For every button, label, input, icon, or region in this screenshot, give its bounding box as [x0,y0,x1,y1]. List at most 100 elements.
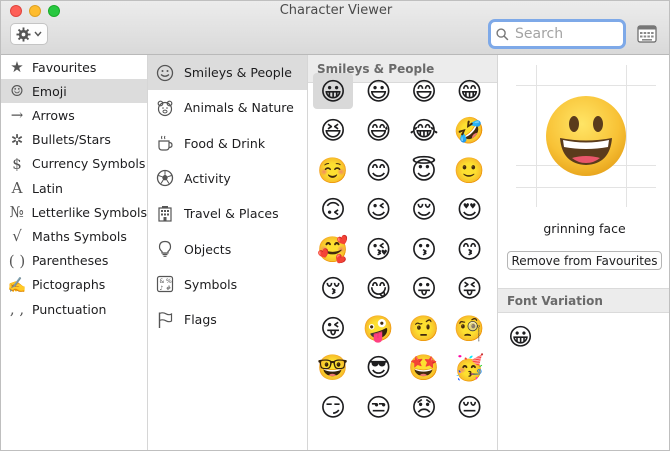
emoji-cell[interactable]: 😌 [404,192,444,228]
category-icon: $ [12,154,22,173]
category-icon: ✍ [7,275,27,294]
subcategory-item-food-drink[interactable]: Food & Drink [148,126,307,161]
emoji-cell[interactable]: 😝 [450,271,490,307]
category-item-emoji[interactable]: ☺ Emoji [1,79,147,104]
emoji-cell[interactable]: 🧐 [450,310,490,346]
search-field[interactable] [488,19,626,49]
remove-from-favourites-button[interactable]: Remove from Favourites [507,251,662,270]
emoji-cell[interactable]: ☺️ [313,152,353,188]
emoji-cell[interactable]: 😅 [359,113,399,149]
emoji-cell[interactable]: 😆 [313,113,353,149]
category-item-latin[interactable]: A Latin [1,176,147,200]
emoji-cell[interactable]: 🤣 [450,113,490,149]
category-item-pictographs[interactable]: ✍ Pictographs [1,273,147,297]
category-label: Favourites [32,59,97,75]
category-icon: A [11,179,23,197]
subcategory-item-activity[interactable]: Activity [148,161,307,196]
category-label: Currency Symbols [32,156,146,172]
category-label: Pictographs [32,277,106,293]
subcategory-item-travel-places[interactable]: Travel & Places [148,196,307,231]
emoji-cell[interactable]: 🤨 [404,310,444,346]
subcategory-label: Travel & Places [184,206,279,222]
svg-text:%: % [166,278,172,285]
category-label: Latin [32,180,63,196]
category-icon: ✲ [10,130,24,149]
character-preview [516,65,656,207]
emoji-cell[interactable]: 😘 [359,231,399,267]
cup-icon [155,133,175,153]
emoji-cell[interactable]: 😃 [359,73,399,109]
emoji-cell[interactable]: 🙂 [450,152,490,188]
emoji-cell[interactable]: 😏 [313,389,353,425]
emoji-cell[interactable]: 😒 [359,389,399,425]
subcategory-label: Symbols [184,276,238,292]
subcategory-item-objects[interactable]: Objects [148,232,307,267]
subcategory-item-animals-nature[interactable]: Animals & Nature [148,90,307,125]
emoji-cell[interactable]: 😁 [450,73,490,109]
emoji-cell[interactable]: 😗 [404,231,444,267]
emoji-cell[interactable]: 😂 [404,113,444,149]
subcategory-label: Food & Drink [184,135,266,151]
search-input[interactable] [515,26,615,42]
category-item-bullets-stars[interactable]: ✲ Bullets/Stars [1,128,147,152]
title-bar: Character Viewer [1,1,669,55]
emoji-cell[interactable]: 🤩 [404,350,444,386]
svg-text:♪: ♪ [160,285,164,292]
subcategory-item-symbols[interactable]: &% ♪ # Symbols [148,267,307,302]
category-item-parentheses[interactable]: ( ) Parentheses [1,249,147,273]
emoji-cell[interactable]: 😍 [450,192,490,228]
category-icon: , , [9,300,25,318]
category-item-letterlike-symbols[interactable]: № Letterlike Symbols [1,200,147,224]
subcategory-label: Smileys & People [184,65,292,80]
subcategory-label: Flags [184,312,217,328]
subcategory-list: Smileys & People Animals & Nature Food & D… [148,55,308,450]
subcategory-label: Activity [184,170,231,186]
font-variation-emoji[interactable]: 😀 [508,325,533,349]
keyboard-viewer-icon[interactable] [637,25,657,43]
category-item-arrows[interactable]: → Arrows [1,103,147,127]
emoji-cell[interactable]: 🤓 [313,350,353,386]
emoji-cell[interactable]: 😄 [404,73,444,109]
subcategory-item-smileys-people[interactable]: Smileys & People [148,55,307,90]
emoji-cell[interactable]: 😛 [404,271,444,307]
emoji-cell[interactable]: 😀 [313,73,353,109]
category-icon: ★ [10,58,24,76]
emoji-cell[interactable]: 😔 [450,389,490,425]
category-item-punctuation[interactable]: , , Punctuation [1,297,147,321]
subcategory-item-flags[interactable]: Flags [148,302,307,337]
category-icon: № [9,203,24,222]
emoji-cell[interactable]: 😞 [404,389,444,425]
symbols-icon: &% ♪ # [155,274,175,294]
category-item-favourites[interactable]: ★ Favourites [1,55,147,79]
category-label: Bullets/Stars [32,132,111,148]
emoji-cell[interactable]: 🥳 [450,350,490,386]
font-variation-header: Font Variation [498,288,669,313]
category-item-maths-symbols[interactable]: √ Maths Symbols [1,224,147,248]
character-viewer-window: Character Viewer Search ★ Favourites ☺ E… [0,0,670,451]
category-item-currency-symbols[interactable]: $ Currency Symbols [1,152,147,176]
emoji-cell[interactable]: 😋 [359,271,399,307]
character-detail-panel: grinning face Remove from Favourites Fon… [498,55,669,450]
category-label: Letterlike Symbols [31,204,147,220]
svg-text:&: & [160,278,165,285]
emoji-cell[interactable]: 😚 [313,271,353,307]
action-menu-button[interactable] [10,23,48,45]
category-icon: √ [12,227,22,246]
chevron-down-icon [34,31,42,37]
emoji-cell[interactable]: 😎 [359,350,399,386]
category-label: Maths Symbols [32,228,127,244]
emoji-cell[interactable]: 😜 [313,310,353,346]
category-label: Parentheses [32,253,109,269]
emoji-cell[interactable]: 😇 [404,152,444,188]
emoji-cell[interactable]: 😙 [450,231,490,267]
emoji-cell[interactable]: 🥰 [313,231,353,267]
subcategory-label: Objects [184,241,232,257]
emoji-cell[interactable]: 😉 [359,192,399,228]
category-icon: ☺ [10,82,24,101]
emoji-cell[interactable]: 🤪 [359,310,399,346]
building-icon [155,204,175,224]
emoji-cell[interactable]: 🙃 [313,192,353,228]
category-label: Emoji [32,83,67,99]
category-icon: ( ) [8,251,26,270]
emoji-cell[interactable]: 😊 [359,152,399,188]
